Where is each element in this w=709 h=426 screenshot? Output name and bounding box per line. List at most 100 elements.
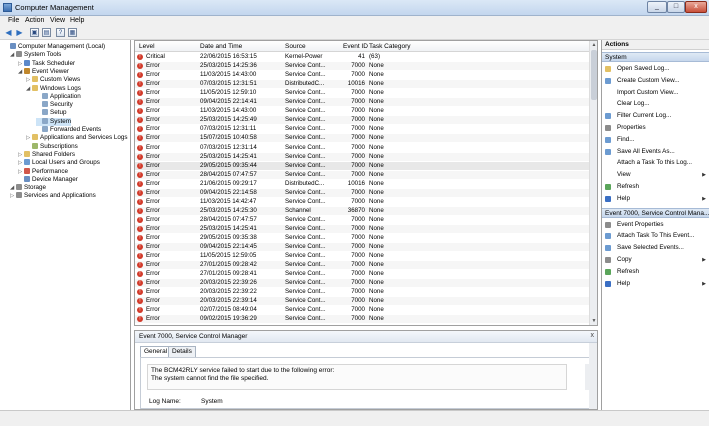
scrollbar-thumb[interactable] [591,50,597,100]
details-scrollbar[interactable] [589,343,597,409]
column-level[interactable]: Level [139,43,155,50]
forward-arrow-icon[interactable]: ▶ [15,28,24,37]
log-icon [42,117,48,124]
table-row[interactable]: ! Error 09/04/2015 22:14:41 Service Cont...… [135,98,590,107]
tree-node-device-manager[interactable]: Device Manager [18,175,78,184]
action-event-properties[interactable]: Event Properties [602,220,709,230]
show-hide-tree-icon[interactable]: ▤ [42,28,51,37]
tree-node-task-scheduler[interactable]: ▷ Task Scheduler [18,59,75,68]
table-row[interactable]: ! Error 21/06/2015 09:29:17 DistributedC...… [135,180,590,188]
tree-node-setup[interactable]: Setup [36,109,66,117]
help-icon[interactable]: ? [56,28,65,37]
table-row[interactable]: ! Error 25/03/2015 14:25:36 Service Cont...… [135,62,590,71]
table-row[interactable]: ! Error 07/03/2015 12:31:51 DistributedC...… [135,80,590,89]
tree-node-custom-views[interactable]: ▷ Custom Views [26,76,80,84]
action-help[interactable]: Help ▶ [602,279,709,289]
menu-view[interactable]: View [50,17,65,24]
action-filter-current-log[interactable]: Filter Current Log... [602,111,709,121]
maximize-button[interactable]: □ [667,1,685,13]
table-row[interactable]: ! Error 27/01/2015 09:28:42 Service Cont...… [135,261,590,270]
menu-action[interactable]: Action [25,17,44,24]
table-row[interactable]: ! Error 15/07/2015 10:40:58 Service Cont...… [135,134,590,143]
table-row[interactable]: ! Error 25/03/2015 14:25:30 Schannel 36870 No… [135,206,590,215]
table-row[interactable]: ! Error 25/03/2015 14:25:49 Service Cont...… [135,116,590,125]
tree-node-storage[interactable]: ◢ Storage [10,184,46,192]
action-save-selected-events[interactable]: Save Selected Events... [602,243,709,253]
tree-node-services-and-applications[interactable]: ▷ Services and Applications [10,192,96,200]
action-properties[interactable]: Properties [602,123,709,133]
up-folder-icon[interactable]: ▣ [30,28,39,37]
cell-event-id: 7000 [351,288,365,296]
event-list-scrollbar[interactable]: ▲ ▼ [589,41,597,325]
table-row[interactable]: ! Error 25/03/2015 14:25:41 Service Cont...… [135,152,590,161]
action-refresh[interactable]: Refresh [602,182,709,192]
scroll-down-icon[interactable]: ▼ [590,317,597,325]
event-details-title: Event 7000, Service Control Manager [139,333,248,340]
error-icon: ! [137,198,143,205]
column-task-category[interactable]: Task Category [369,43,411,50]
close-button[interactable]: x [685,1,707,13]
tree-node-applications-and-services-logs[interactable]: ▷ Applications and Services Logs [26,134,128,142]
tree-node-forwarded-events[interactable]: Forwarded Events [36,126,101,134]
table-row[interactable]: ! Error 07/03/2015 12:31:11 Service Cont...… [135,125,590,133]
actions-section-system[interactable]: System [602,52,709,62]
table-row[interactable]: ! Error 28/04/2015 07:47:57 Service Cont...… [135,216,590,224]
table-row[interactable]: ! Error 28/04/2015 07:47:57 Service Cont...… [135,170,590,179]
action-copy[interactable]: Copy ▶ [602,255,709,265]
close-details-icon[interactable]: x [591,332,595,339]
tree-node-application[interactable]: Application [36,92,81,101]
properties-icon[interactable]: ▦ [68,28,77,37]
table-row[interactable]: ! Error 09/04/2015 22:14:58 Service Cont...… [135,188,590,197]
tree-node-performance[interactable]: ▷ Performance [18,167,68,176]
menu-help[interactable]: Help [70,17,84,24]
column-source[interactable]: Source [285,43,306,50]
column-date-time[interactable]: Date and Time [200,43,242,50]
action-refresh[interactable]: Refresh [602,267,709,277]
table-row[interactable]: ! Error 27/01/2015 09:28:41 Service Cont...… [135,270,590,278]
table-row[interactable]: ! Error 02/07/2015 08:49:04 Service Cont...… [135,306,590,314]
table-row[interactable]: ! Error 20/03/2015 22:39:22 Service Cont...… [135,288,590,296]
table-row[interactable]: ! Error 29/05/2015 09:35:44 Service Cont...… [135,161,590,170]
event-message: The BCM42RLY service failed to start due… [147,364,567,390]
table-row[interactable]: ! Error 11/03/2015 14:43:00 Service Cont...… [135,107,590,115]
tree-node-windows-logs[interactable]: ◢ Windows Logs [26,84,81,93]
tree-node-shared-folders[interactable]: ▷ Shared Folders [18,150,75,159]
tree-node-local-users-and-groups[interactable]: ▷ Local Users and Groups [18,159,100,167]
action-open-saved-log[interactable]: Open Saved Log... [602,64,709,74]
back-arrow-icon[interactable]: ◀ [4,28,13,37]
tree-node-system[interactable]: System [36,117,71,126]
table-row[interactable]: ! Error 20/03/2015 22:39:14 Service Cont...… [135,297,590,306]
scroll-up-icon[interactable]: ▲ [590,41,597,49]
table-row[interactable]: ! Error 09/02/2015 19:36:29 Service Cont...… [135,315,590,324]
actions-section-event[interactable]: Event 7000, Service Control Mana... [602,207,709,218]
tree-node-security[interactable]: Security [36,101,73,109]
action-create-custom-view[interactable]: Create Custom View... [602,76,709,86]
action-clear-log[interactable]: Clear Log... [602,99,709,109]
action-attach-task-to-this-event[interactable]: Attach Task To This Event... [602,231,709,241]
minimize-button[interactable]: _ [647,1,667,13]
table-row[interactable]: ! Error 20/03/2015 22:39:26 Service Cont...… [135,279,590,288]
tree-node-system-tools[interactable]: ◢ System Tools [10,51,61,59]
copy-icon [605,257,611,263]
action-save-all-events-as[interactable]: Save All Events As... [602,147,709,157]
action-find[interactable]: Find... [602,135,709,145]
table-row[interactable]: ! Error 07/03/2015 12:31:14 Service Cont...… [135,144,590,152]
table-row[interactable]: ! Error 29/05/2015 09:35:38 Service Cont...… [135,234,590,242]
table-row[interactable]: ! Error 11/03/2015 14:42:47 Service Cont...… [135,198,590,206]
tab-details[interactable]: Details [168,346,196,357]
tree-node-subscriptions[interactable]: Subscriptions [26,142,78,151]
action-help[interactable]: Help ▶ [602,194,709,204]
table-row[interactable]: ! Error 25/03/2015 14:25:41 Service Cont...… [135,224,590,233]
tree-node-computer-management-local[interactable]: Computer Management (Local) [4,43,105,51]
table-row[interactable]: ! Error 11/03/2015 14:43:00 Service Cont...… [135,71,590,79]
table-row[interactable]: ! Error 11/05/2015 12:59:10 Service Cont...… [135,89,590,97]
table-row[interactable]: ! Error 11/05/2015 12:59:05 Service Cont...… [135,252,590,260]
table-row[interactable]: ! Error 09/04/2015 22:14:45 Service Cont...… [135,243,590,252]
action-attach-a-task-to-this-log[interactable]: Attach a Task To this Log... [602,158,709,168]
action-view[interactable]: View ▶ [602,170,709,180]
column-event-id[interactable]: Event ID [343,43,368,50]
action-import-custom-view[interactable]: Import Custom View... [602,88,709,98]
tree-node-event-viewer[interactable]: ◢ Event Viewer [18,67,69,76]
table-row[interactable]: ! Critical 22/06/2015 16:53:15 Kernel-Power… [135,53,590,61]
menu-file[interactable]: File [8,17,19,24]
